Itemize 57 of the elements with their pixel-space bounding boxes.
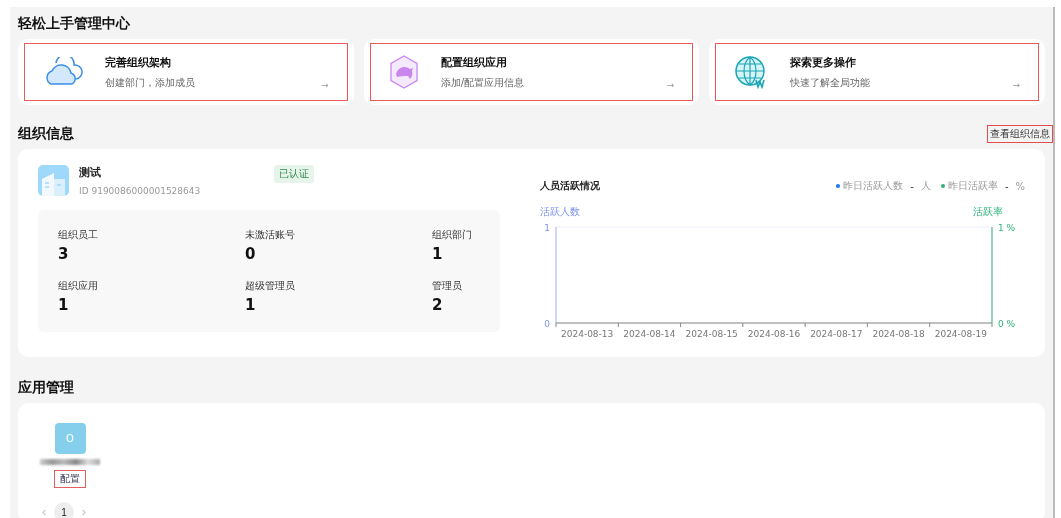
y-tick-label: 0 % [998, 319, 1016, 329]
quick-action-card[interactable]: 完善组织架构 创建部门，添加成员 → [18, 39, 354, 105]
stat-label: 超级管理员 [245, 279, 296, 293]
stat-value: 2 [432, 296, 444, 314]
y-tick-label: 1 % [998, 223, 1016, 233]
verified-badge: 已认证 [274, 165, 315, 183]
quick-action-card[interactable]: 探索更多操作 快速了解全局功能 → [709, 39, 1045, 105]
card-title: 完善组织架构 [105, 54, 172, 70]
page-button[interactable]: 1 [54, 502, 74, 518]
legend-unit: 人 [920, 179, 931, 193]
x-tick-label: 2024-08-13 [561, 329, 614, 339]
blurred-app-name [40, 459, 100, 465]
section-title: 组织信息 [18, 125, 74, 143]
stat-label: 组织部门 [432, 228, 472, 242]
chart-title: 人员活跃情况 [540, 179, 600, 193]
x-tick-label: 2024-08-18 [872, 329, 925, 339]
y-tick-label: 1 [544, 223, 550, 233]
stat-label: 组织员工 [58, 228, 99, 242]
legend-value: - [910, 180, 914, 192]
stat-label: 未激活账号 [245, 228, 296, 242]
y-tick-label: 0 [544, 319, 550, 329]
legend-label: 昨日活跃人数 [843, 179, 904, 193]
card-subtitle: 快速了解全局功能 [790, 75, 872, 90]
card-subtitle: 创建部门，添加成员 [105, 75, 196, 90]
org-id: ID 9190086000001528643 [79, 186, 201, 196]
legend-value: - [1004, 180, 1009, 192]
card-title: 配置组织应用 [440, 54, 508, 70]
section-title: 应用管理 [18, 379, 74, 397]
stat-value: 1 [245, 296, 257, 314]
arrow-icon: → [666, 80, 675, 90]
stat-value: 3 [58, 245, 70, 263]
view-org-info-link[interactable]: 查看组织信息 [987, 125, 1053, 143]
card-subtitle: 添加/配置应用信息 [440, 75, 526, 90]
card-title: 探索更多操作 [790, 54, 858, 70]
quick-action-card[interactable]: 配置组织应用 添加/配置应用信息 → [363, 39, 700, 105]
arrow-icon: → [321, 80, 329, 90]
configure-button[interactable]: 配置 [54, 470, 86, 488]
y-axis-title: 活跃率 [973, 205, 1003, 219]
legend-unit: % [1015, 180, 1025, 192]
x-tick-label: 2024-08-16 [747, 329, 801, 339]
x-tick-label: 2024-08-19 [934, 329, 987, 339]
section-title: 轻松上手管理中心 [18, 15, 130, 33]
stat-value: 1 [58, 296, 70, 314]
stat-value: 1 [432, 245, 444, 263]
legend-label: 昨日活跃率 [947, 179, 998, 193]
building-icon [38, 165, 69, 196]
stat-value: 0 [245, 245, 257, 263]
x-tick-label: 2024-08-14 [623, 329, 676, 339]
x-tick-label: 2024-08-17 [810, 329, 863, 339]
x-tick-label: 2024-08-15 [685, 329, 738, 339]
y-axis-title: 活跃人数 [540, 205, 580, 219]
stat-label: 管理员 [432, 279, 463, 293]
arrow-icon: → [1012, 80, 1020, 90]
cloud-icon [43, 57, 83, 87]
stat-label: 组织应用 [58, 279, 99, 293]
dolphin-icon [388, 55, 419, 89]
org-name: 测试 [79, 165, 102, 180]
